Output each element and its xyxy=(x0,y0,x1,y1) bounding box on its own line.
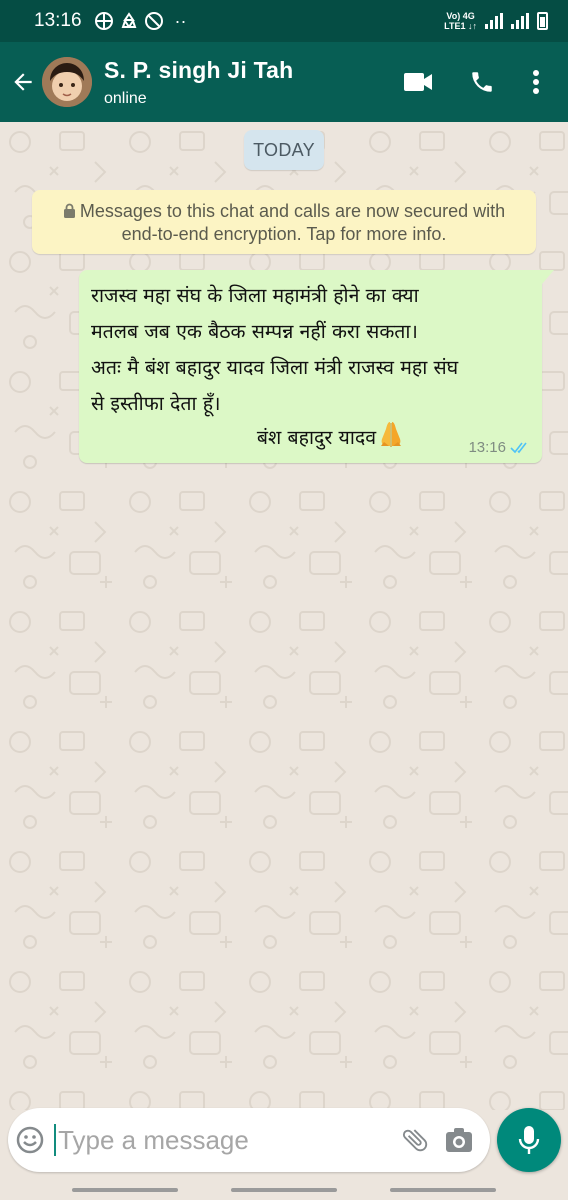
encryption-notice-text: Messages to this chat and calls are now … xyxy=(79,201,506,244)
emoji-icon xyxy=(16,1126,44,1154)
message-time: 13:16 xyxy=(468,439,506,456)
status-bar: 13:16 ·· Vo) 4G LTE1 ↓↑ xyxy=(0,0,568,42)
encryption-notice[interactable]: Messages to this chat and calls are now … xyxy=(32,190,536,254)
signal-icon xyxy=(485,13,503,29)
voice-record-button[interactable] xyxy=(497,1108,561,1172)
bubble-tail xyxy=(542,270,554,284)
chat-area[interactable]: TODAY Messages to this chat and calls ar… xyxy=(0,122,568,1110)
message-signature: बंश बहादुर यादव xyxy=(91,420,530,453)
nav-home-button[interactable] xyxy=(231,1188,337,1192)
overflow-menu-button[interactable] xyxy=(518,54,554,110)
message-composer xyxy=(8,1108,490,1172)
header-actions xyxy=(390,54,554,110)
date-chip: TODAY xyxy=(244,130,324,170)
network-bottom: LTE1 ↓↑ xyxy=(444,21,477,31)
network-top: Vo) 4G xyxy=(446,11,475,21)
message-signature-text: बंश बहादुर यादव xyxy=(256,426,377,449)
lock-icon xyxy=(63,203,75,218)
status-notification-icons: ·· xyxy=(94,11,187,32)
contact-name: S. P. singh Ji Tah xyxy=(104,56,294,83)
nav-back-button[interactable] xyxy=(390,1188,496,1192)
no-disturb-icon xyxy=(144,12,163,30)
message-bubble-outgoing[interactable]: राजस्व महा संघ के जिला महामंत्री होने का… xyxy=(79,270,554,463)
contact-status: online xyxy=(104,89,147,107)
message-input[interactable] xyxy=(56,1108,394,1172)
status-right: Vo) 4G LTE1 ↓↑ xyxy=(444,11,548,31)
back-arrow-icon xyxy=(14,73,32,91)
microphone-icon xyxy=(518,1126,540,1154)
camera-icon xyxy=(445,1128,472,1152)
overflow-menu-icon xyxy=(533,70,539,94)
grid-icon xyxy=(94,12,113,30)
battery-icon xyxy=(537,12,548,30)
status-time: 13:16 xyxy=(34,10,82,31)
contact-info[interactable]: S. P. singh Ji Tah online xyxy=(104,57,293,108)
system-nav-bar xyxy=(0,1178,568,1200)
voice-call-button[interactable] xyxy=(454,54,510,110)
avatar-image xyxy=(42,57,92,107)
signal-icon-2 xyxy=(511,13,529,29)
double-check-read-icon xyxy=(510,442,527,453)
attach-button[interactable] xyxy=(393,1108,436,1172)
folded-hands-icon xyxy=(381,422,402,447)
paperclip-icon xyxy=(402,1129,427,1152)
more-dots-icon: ·· xyxy=(174,10,187,31)
phone-icon xyxy=(472,72,492,92)
video-call-button[interactable] xyxy=(390,54,446,110)
message-meta: 13:16 xyxy=(468,439,530,456)
nav-recents-button[interactable] xyxy=(72,1188,178,1192)
emoji-button[interactable] xyxy=(8,1108,52,1172)
avatar[interactable] xyxy=(42,57,92,107)
recycle-icon xyxy=(121,12,136,28)
video-call-icon xyxy=(404,73,432,91)
camera-button[interactable] xyxy=(436,1108,482,1172)
network-label: Vo) 4G LTE1 ↓↑ xyxy=(444,11,477,31)
chat-header: S. P. singh Ji Tah online xyxy=(0,42,568,122)
back-button[interactable] xyxy=(4,42,42,122)
message-text: राजस्व महा संघ के जिला महामंत्री होने का… xyxy=(91,284,459,415)
